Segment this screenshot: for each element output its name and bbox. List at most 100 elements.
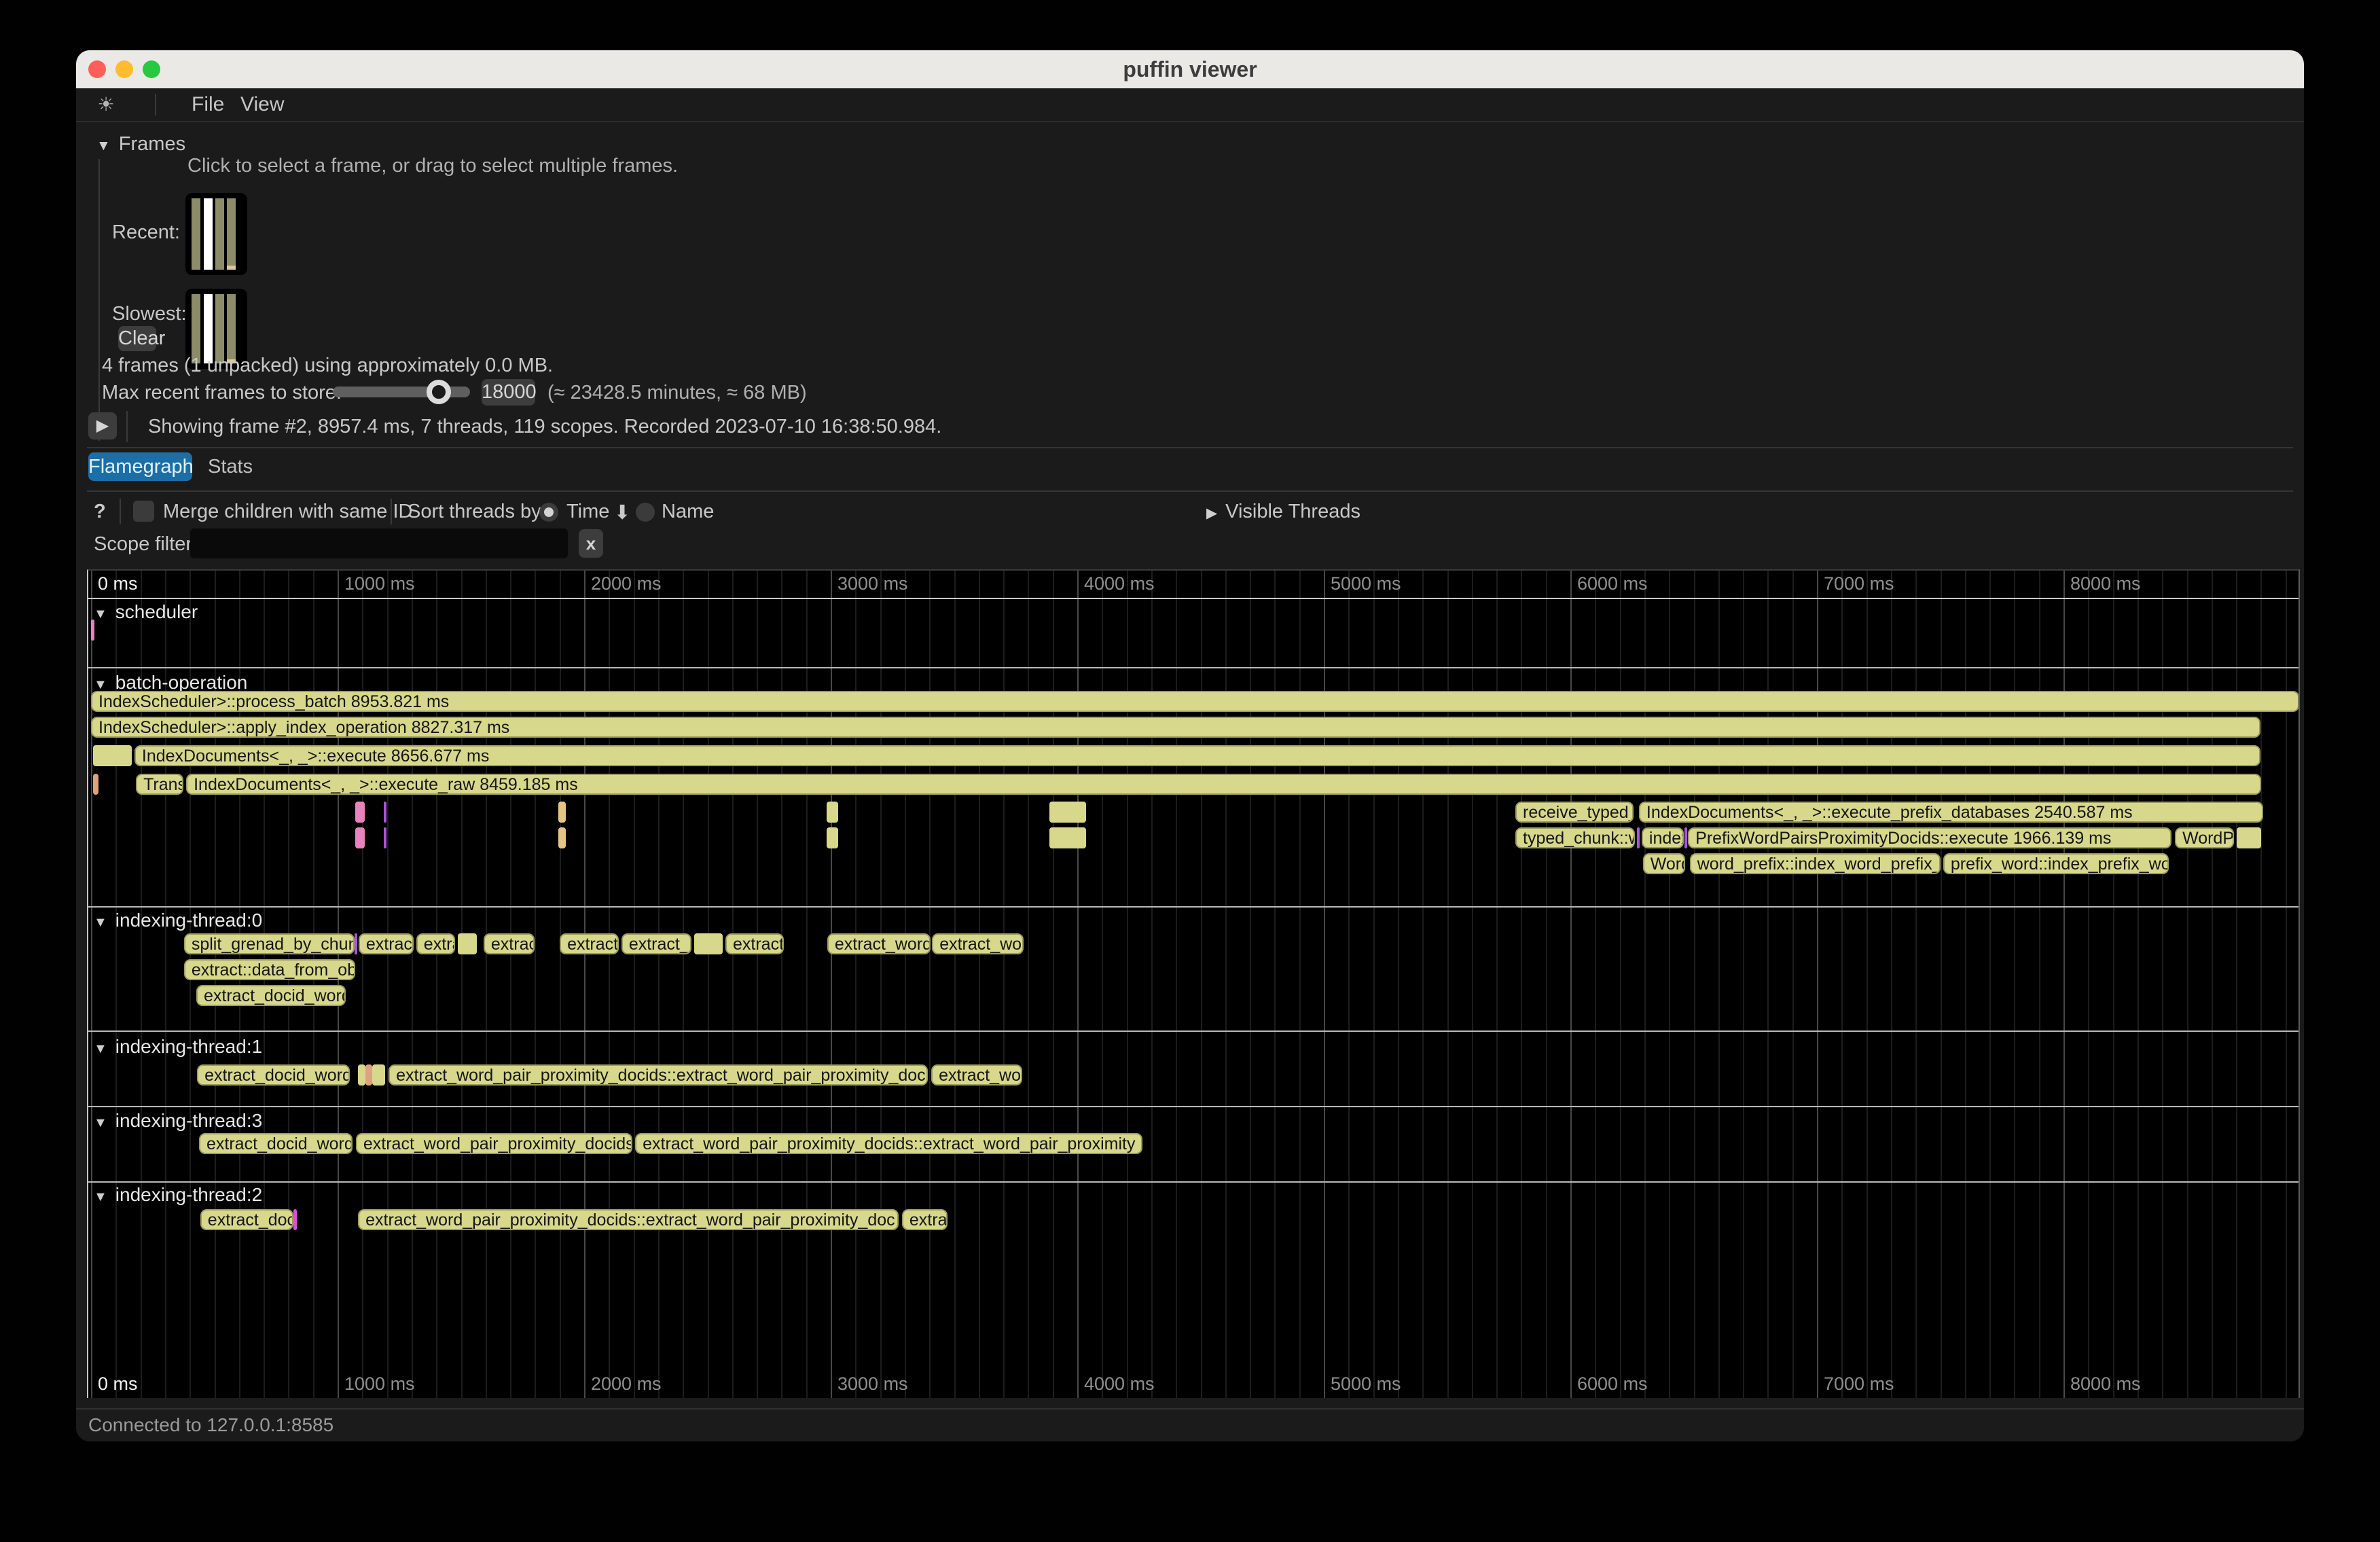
scope-bar[interactable]: extract [359,933,414,954]
frame-bar-selected[interactable] [204,294,213,363]
scope-bar[interactable] [1637,827,1640,848]
axis-tick-label: 7000 ms [1824,573,1894,594]
recent-frames-thumbnail[interactable] [185,193,247,275]
scope-bar[interactable]: Word [1643,853,1685,874]
scope-bar[interactable] [355,802,365,823]
theme-toggle-icon[interactable]: ☀ [91,88,121,121]
scope-bar[interactable]: extrac [484,933,535,954]
frame-bar[interactable] [227,294,236,359]
scope-bar[interactable] [293,1209,297,1230]
scope-bar[interactable]: Trans [136,774,183,795]
sort-by-name-radio[interactable] [636,503,655,522]
scope-bar[interactable] [372,1064,385,1086]
scope-bar[interactable] [93,774,98,795]
scope-bar[interactable] [358,1064,365,1086]
scope-bar[interactable]: extract::data_from_ob [184,959,355,980]
frame-bar-selected[interactable] [204,198,213,270]
title-bar[interactable]: puffin viewer [76,50,2304,88]
visible-threads-header[interactable]: ▶Visible Threads [1206,501,1360,523]
max-frames-estimate: (≈ 23428.5 minutes, ≈ 68 MB) [547,382,807,404]
max-frames-value[interactable]: 18000 [482,379,535,406]
scope-bar[interactable]: PrefixWordPairsProximityDocids::execute … [1688,827,2171,848]
frame-bar[interactable] [215,294,224,363]
scope-bar[interactable]: typed_chunk::w [1515,827,1635,848]
frame-bar[interactable] [227,198,236,266]
sort-name-label[interactable]: Name [662,501,714,523]
menu-file[interactable]: File [192,88,224,121]
scope-bar[interactable]: extract_word_pair_proximity_docids::extr… [635,1133,1142,1154]
scope-bar[interactable] [384,802,386,823]
scope-bar[interactable]: extract_wo [932,933,1024,954]
scope-bar[interactable]: prefix_word::index_prefix_wo [1943,853,2169,874]
scope-bar[interactable]: word_prefix::index_word_prefix_ [1690,853,1941,874]
scope-bar[interactable]: WordPr [2175,827,2234,848]
sort-by-time-radio[interactable] [539,503,558,522]
scope-bar[interactable]: extract_word_pair_proximity_docids [356,1133,632,1154]
scope-bar[interactable] [365,1064,372,1086]
frame-bar[interactable] [215,198,224,270]
thread-header[interactable]: ▼indexing-thread:0 [94,909,262,932]
scope-bar[interactable] [558,802,566,823]
scope-bar[interactable]: IndexScheduler>::process_batch 8953.821 … [91,691,2299,712]
scope-bar[interactable] [694,933,723,954]
scope-bar[interactable]: extract_ [560,933,619,954]
expanded-triangle-icon: ▼ [94,1115,107,1130]
scope-bar[interactable] [2237,827,2261,848]
scope-bar[interactable] [91,620,94,641]
thread-header[interactable]: ▼indexing-thread:1 [94,1035,262,1058]
scope-bar[interactable]: extrac [902,1209,948,1230]
scope-bar[interactable] [558,827,566,848]
scope-bar[interactable]: extract_docid_word [197,1064,350,1086]
scope-filter-label: Scope filter: [94,533,198,556]
scope-bar[interactable]: IndexScheduler>::apply_index_operation 8… [91,717,2260,738]
play-button[interactable]: ▶ [88,412,117,440]
slider-knob[interactable] [427,380,451,404]
frame-bar[interactable] [192,294,200,363]
scope-bar[interactable] [384,827,386,848]
scope-bar[interactable]: IndexDocuments<_, _>::execute_raw 8459.1… [186,774,2261,795]
scope-bar[interactable]: extract_word [827,933,931,954]
frame-bar[interactable] [192,198,200,270]
thread-header[interactable]: ▼scheduler [94,600,198,624]
scope-bar[interactable]: IndexDocuments<_, _>::execute_prefix_dat… [1639,802,2263,823]
clear-button[interactable]: Clear [118,326,156,351]
scope-bar[interactable]: receive_typed_ [1515,802,1634,823]
scope-filter-input[interactable] [190,528,568,558]
clear-filter-button[interactable]: x [579,529,603,558]
help-button[interactable]: ? [94,501,106,523]
scope-bar[interactable] [93,745,132,766]
scope-bar[interactable]: extract_word_pair_proximity_docids::extr… [358,1209,899,1230]
scope-bar[interactable] [827,827,838,848]
scope-bar[interactable]: index [1642,827,1684,848]
scope-bar[interactable] [827,802,838,823]
axis-tick-label: 7000 ms [1824,1374,1894,1395]
sort-time-label[interactable]: Time [566,501,609,523]
scope-bar[interactable] [355,827,365,848]
scope-bar[interactable] [1049,802,1086,823]
scope-bar[interactable] [1684,827,1687,848]
scope-bar[interactable]: extra [416,933,455,954]
scope-bar[interactable] [1049,827,1086,848]
scope-bar[interactable]: extract_docid_word [199,1133,353,1154]
scope-bar[interactable]: extract_docid_word [196,985,346,1006]
scope-bar[interactable]: IndexDocuments<_, _>::execute 8656.677 m… [134,745,2261,766]
flamegraph-canvas[interactable]: 0 ms0 ms1000 ms1000 ms2000 ms2000 ms3000… [87,569,2300,1398]
frames-section-header[interactable]: ▼Frames [96,133,185,156]
merge-children-checkbox[interactable] [133,501,154,522]
scope-bar[interactable]: split_grenad_by_chun [184,933,355,954]
tab-flamegraph[interactable]: Flamegraph [88,452,192,481]
axis-tick-label: 3000 ms [837,573,908,594]
scope-bar[interactable] [355,933,357,954]
menu-view[interactable]: View [240,88,284,121]
scope-bar[interactable]: extract_ [621,933,691,954]
scope-bar[interactable]: extract_doc [200,1209,293,1230]
thread-header[interactable]: ▼indexing-thread:3 [94,1109,262,1132]
scope-bar[interactable] [458,933,477,954]
scope-bar[interactable]: extract_wo [931,1064,1022,1086]
tab-stats[interactable]: Stats [208,452,253,481]
section-divider [88,667,2298,668]
sort-direction-arrow-icon[interactable]: ⬇ [614,501,630,524]
scope-bar[interactable]: extract_word_pair_proximity_docids::extr… [389,1064,928,1086]
thread-header[interactable]: ▼indexing-thread:2 [94,1183,262,1206]
scope-bar[interactable]: extract [725,933,784,954]
